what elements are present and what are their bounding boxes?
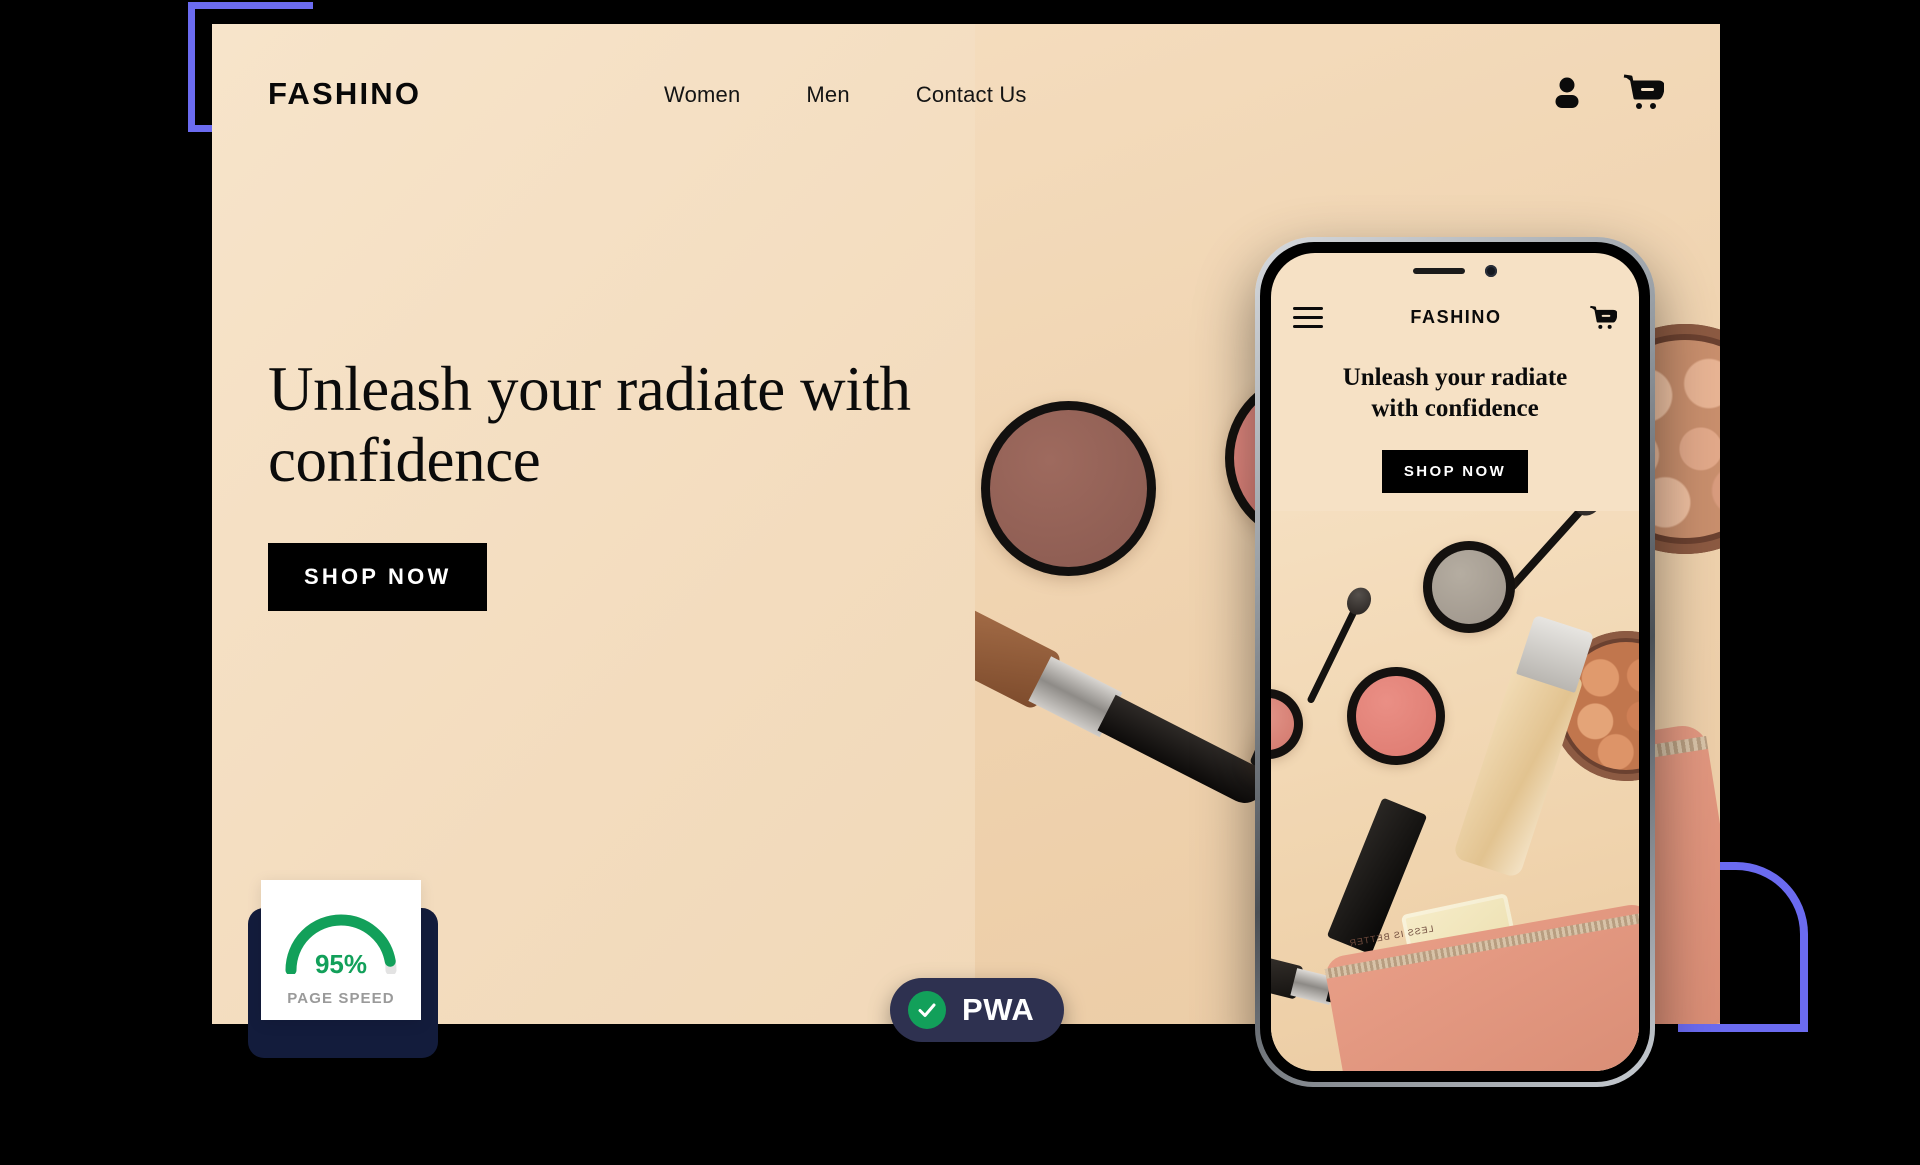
product-makeup-brush (975, 587, 1272, 810)
page-speed-widget: 95% PAGE SPEED (261, 880, 421, 1020)
phone-body: FASHINO Unleash your radiate with confid… (1260, 242, 1650, 1082)
phone-camera-icon (1485, 265, 1497, 277)
page-speed-value: 95% (314, 949, 368, 979)
pwa-label: PWA (962, 992, 1035, 1027)
phone-headline-line1: Unleash your radiate (1342, 364, 1568, 391)
phone-shopping-cart-icon[interactable] (1589, 305, 1617, 330)
phone-notch (1271, 253, 1639, 289)
phone-headline-line2: with confidence (1371, 394, 1539, 422)
screenshot-canvas: FASHINO Women Men Contact Us Unleash you… (0, 0, 1920, 1165)
hamburger-menu-icon[interactable] (1293, 306, 1323, 328)
nav-link-contact-us[interactable]: Contact Us (916, 82, 1027, 108)
page-speed-gauge: 95% (281, 902, 401, 979)
hero-content: Unleash your radiate with confidence SHO… (268, 354, 968, 612)
phone-shop-now-button[interactable]: SHOP NOW (1381, 450, 1529, 493)
phone-compact-pink (1347, 667, 1445, 765)
nav-link-women[interactable]: Women (664, 82, 740, 108)
check-circle-icon (908, 991, 946, 1029)
nav-link-men[interactable]: Men (806, 82, 849, 108)
site-logo[interactable]: FASHINO (268, 76, 421, 112)
phone-compact-edge (1271, 689, 1303, 759)
page-speed-label: PAGE SPEED (287, 990, 395, 1007)
phone-foundation-bottle (1452, 657, 1584, 879)
phone-hero-content: Unleash your radiate with confidence SHO… (1271, 363, 1639, 493)
phone-screen: FASHINO Unleash your radiate with confid… (1271, 253, 1639, 1071)
product-compact-brown (981, 401, 1156, 576)
phone-app-header: FASHINO (1271, 289, 1639, 345)
hero-headline: Unleash your radiate with confidence (268, 354, 911, 495)
phone-applicator-top (1507, 511, 1587, 592)
phone-logo[interactable]: FASHINO (1410, 307, 1501, 328)
nav-icons (1552, 74, 1664, 110)
phone-speaker-icon (1413, 268, 1465, 274)
phone-applicator (1306, 606, 1359, 705)
brush-handle (1097, 694, 1272, 810)
user-icon[interactable] (1552, 76, 1582, 108)
nav-links: Women Men Contact Us (664, 82, 1027, 108)
shop-now-button[interactable]: SHOP NOW (268, 543, 488, 612)
mobile-phone-mockup: FASHINO Unleash your radiate with confid… (1255, 237, 1655, 1087)
phone-product-photo: LESS IS BETTER (1271, 511, 1639, 1071)
shopping-cart-icon[interactable] (1622, 74, 1664, 110)
phone-compact-grey (1423, 541, 1515, 633)
site-navbar: FASHINO Women Men Contact Us (212, 24, 1720, 144)
pwa-badge: PWA (890, 978, 1065, 1042)
